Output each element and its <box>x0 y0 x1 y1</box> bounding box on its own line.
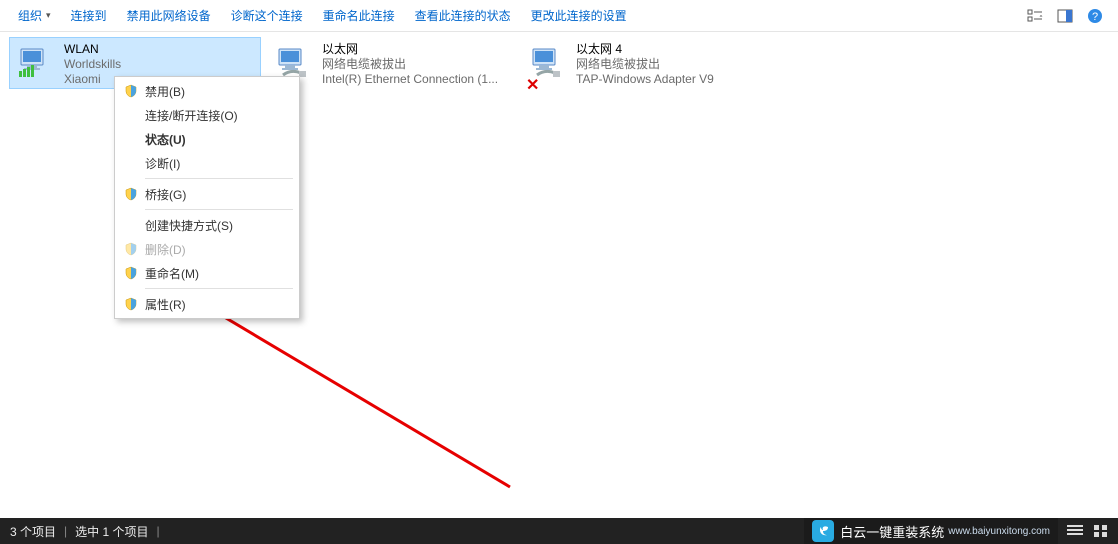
details-view-icon[interactable] <box>1064 522 1086 540</box>
adapter-name: 以太网 <box>322 42 518 57</box>
ctx-delete: 删除(D) <box>117 237 297 261</box>
status-item-count: 3 个项目 <box>10 523 56 540</box>
view-options-icon[interactable] <box>1022 3 1048 29</box>
ctx-bridge[interactable]: 桥接(G) <box>117 182 297 206</box>
toolbar-organize[interactable]: 组织 <box>8 0 61 31</box>
ctx-label: 删除(D) <box>141 241 186 258</box>
context-menu: 禁用(B) 连接/断开连接(O) 状态(U) 诊断(I) 桥接(G) 创建快捷方… <box>114 76 300 319</box>
ctx-diagnose[interactable]: 诊断(I) <box>117 151 297 175</box>
adapter-name: WLAN <box>64 42 260 57</box>
adapter-ssid: Worldskills <box>64 57 260 72</box>
shield-icon <box>121 297 141 311</box>
ctx-properties[interactable]: 属性(R) <box>117 292 297 316</box>
watermark: 白云一键重装系统 www.baiyunxitong.com <box>804 518 1058 544</box>
toolbar-disable-device[interactable]: 禁用此网络设备 <box>117 0 221 31</box>
ctx-disable[interactable]: 禁用(B) <box>117 79 297 103</box>
watermark-brand: 白云一键重装系统 <box>840 522 944 541</box>
toolbar-change-settings[interactable]: 更改此连接的设置 <box>521 0 637 31</box>
ctx-rename[interactable]: 重命名(M) <box>117 261 297 285</box>
adapter-ethernet-4[interactable]: 以太网 4 网络电缆被拔出 TAP-Windows Adapter V9 <box>522 38 772 88</box>
toolbar: 组织 连接到 禁用此网络设备 诊断这个连接 重命名此连接 查看此连接的状态 更改… <box>0 0 1118 32</box>
ctx-label: 重命名(M) <box>141 265 199 282</box>
shield-icon <box>121 242 141 256</box>
adapter-status: 网络电缆被拔出 <box>576 57 772 72</box>
help-icon[interactable]: ? <box>1082 3 1108 29</box>
ctx-status[interactable]: 状态(U) <box>117 127 297 151</box>
adapter-ethernet[interactable]: 以太网 网络电缆被拔出 Intel(R) Ethernet Connection… <box>268 38 518 88</box>
adapter-device: Intel(R) Ethernet Connection (1... <box>322 72 518 87</box>
ctx-label: 诊断(I) <box>141 155 180 172</box>
separator <box>145 288 293 289</box>
disconnected-icon: ✕ <box>526 75 539 95</box>
ctx-label: 禁用(B) <box>141 83 185 100</box>
watermark-logo-icon <box>812 520 834 542</box>
svg-text:?: ? <box>1092 11 1098 23</box>
toolbar-connect-to[interactable]: 连接到 <box>61 0 117 31</box>
watermark-url: www.baiyunxitong.com <box>948 526 1050 537</box>
ctx-shortcut[interactable]: 创建快捷方式(S) <box>117 213 297 237</box>
ctx-label: 创建快捷方式(S) <box>141 217 233 234</box>
adapter-icon <box>10 38 60 88</box>
ctx-label: 属性(R) <box>141 296 186 313</box>
adapters-view: WLAN Worldskills Xiaomi 以太网 网络电缆被拔出 Inte… <box>0 32 1118 518</box>
preview-pane-icon[interactable] <box>1052 3 1078 29</box>
shield-icon <box>121 266 141 280</box>
adapter-name: 以太网 4 <box>576 42 772 57</box>
shield-icon <box>121 84 141 98</box>
separator <box>145 209 293 210</box>
ctx-label: 状态(U) <box>141 131 186 148</box>
toolbar-rename[interactable]: 重命名此连接 <box>313 0 405 31</box>
adapter-status: 网络电缆被拔出 <box>322 57 518 72</box>
toolbar-diagnose[interactable]: 诊断这个连接 <box>221 0 313 31</box>
ctx-connect[interactable]: 连接/断开连接(O) <box>117 103 297 127</box>
shield-icon <box>121 187 141 201</box>
toolbar-view-status[interactable]: 查看此连接的状态 <box>405 0 521 31</box>
separator <box>145 178 293 179</box>
ctx-label: 连接/断开连接(O) <box>141 107 238 124</box>
status-selected-count: 选中 1 个项目 <box>75 523 148 540</box>
adapter-device: TAP-Windows Adapter V9 <box>576 72 772 87</box>
ctx-label: 桥接(G) <box>141 186 186 203</box>
large-icons-view-icon[interactable] <box>1090 522 1112 540</box>
